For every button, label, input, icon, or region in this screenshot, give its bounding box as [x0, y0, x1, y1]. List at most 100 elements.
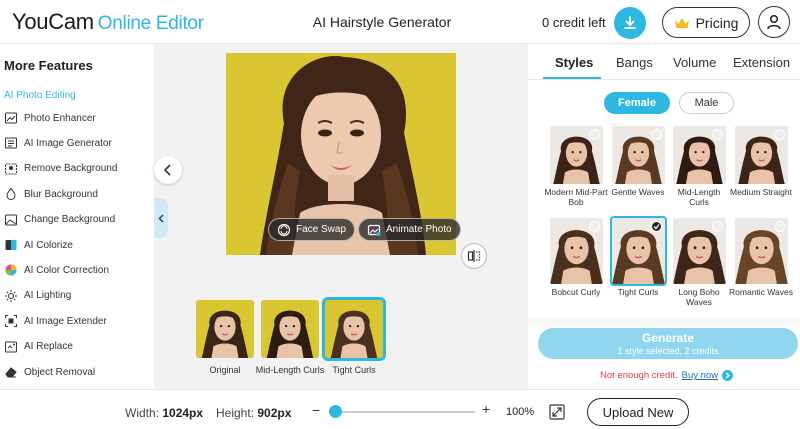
style-card-medium-straight[interactable]	[735, 126, 788, 184]
style-label: Gentle Waves	[611, 187, 665, 197]
sidebar-item-ai-color-correction[interactable]: AI Color Correction	[4, 260, 154, 280]
select-circle-icon[interactable]	[589, 221, 600, 232]
eraser-icon	[5, 367, 17, 378]
chevron-left-icon	[163, 164, 171, 176]
sidebar-item-label: Photo Enhancer	[24, 112, 96, 124]
previous-button[interactable]	[154, 156, 182, 184]
tab-volume[interactable]: Volume	[673, 55, 716, 70]
tab-extension[interactable]: Extension	[733, 55, 790, 70]
checkmark-icon[interactable]	[651, 221, 662, 232]
sidebar-item-blur-background[interactable]: Blur Background	[4, 184, 154, 204]
result-thumbnail-label: Tight Curls	[332, 365, 376, 375]
style-label: Tight Curls	[617, 287, 659, 297]
style-label: Bobcut Curly	[551, 287, 601, 297]
sidebar-item-label: Blur Background	[24, 188, 98, 200]
style-card-long-boho-waves[interactable]	[673, 218, 726, 284]
sidebar-item-label: Remove Background	[24, 163, 118, 175]
animate-photo-label: Animate Photo	[386, 224, 452, 235]
compare-icon	[467, 250, 481, 262]
replace-icon	[5, 341, 17, 353]
sidebar-item-photo-enhancer[interactable]: Photo Enhancer	[4, 108, 154, 128]
generate-sublabel: 1 style selected, 2 credits	[617, 346, 719, 356]
style-card-tight-curls[interactable]	[610, 216, 667, 286]
sidebar-item-label: AI Image Extender	[24, 315, 107, 327]
compare-button[interactable]	[461, 243, 487, 269]
style-card-modern-mid-part-bob[interactable]	[550, 126, 603, 184]
sidebar-item-ai-lighting[interactable]: AI Lighting	[4, 286, 154, 306]
chevron-left-icon	[158, 213, 164, 223]
height-label: Height:	[216, 406, 255, 420]
photo-enhancer-icon	[5, 112, 17, 124]
sidebar-item-ai-image-extender[interactable]: AI Image Extender	[4, 311, 154, 331]
height-value: 902px	[257, 406, 292, 420]
credit-warning-text: Not enough credit.	[600, 370, 678, 381]
select-circle-icon[interactable]	[589, 129, 600, 140]
select-circle-icon[interactable]	[651, 129, 662, 140]
style-label: Mid-Length Curls	[677, 187, 721, 207]
male-toggle[interactable]: Male	[679, 92, 734, 114]
style-label: Modern Mid-Part Bob	[544, 187, 608, 207]
download-button[interactable]	[614, 7, 646, 39]
arrow-right-icon[interactable]	[722, 370, 734, 381]
sidebar-item-ai-colorize[interactable]: AI Colorize	[4, 235, 154, 255]
sidebar-section-ai-photo-editing[interactable]: AI Photo Editing	[4, 90, 76, 101]
select-circle-icon[interactable]	[712, 221, 723, 232]
sidebar-item-label: Object Removal	[24, 366, 96, 378]
sidebar-collapse-tab[interactable]	[154, 198, 168, 238]
expand-icon	[549, 404, 565, 420]
sidebar-item-label: AI Replace	[24, 341, 73, 353]
pricing-label: Pricing	[695, 14, 739, 31]
tab-styles[interactable]: Styles	[555, 55, 593, 70]
face-swap-label: Face Swap	[296, 224, 347, 235]
face-swap-icon	[277, 223, 291, 236]
width-label: Width:	[125, 406, 160, 420]
sidebar-item-ai-replace[interactable]: AI Replace	[4, 337, 154, 357]
style-label: Medium Straight	[730, 187, 792, 197]
zoom-slider-track[interactable]	[330, 411, 475, 413]
sidebar-item-ai-image-generator[interactable]: AI Image Generator	[4, 133, 154, 153]
image-width: Width: 1024px	[125, 406, 203, 420]
tab-divider	[528, 79, 800, 80]
select-circle-icon[interactable]	[774, 221, 785, 232]
sidebar-item-label: Change Background	[24, 214, 116, 226]
style-card-romantic-waves[interactable]	[735, 218, 788, 284]
zoom-in-button[interactable]: +	[482, 401, 490, 417]
result-thumbnail[interactable]	[196, 300, 254, 358]
colorize-icon	[5, 240, 17, 250]
sidebar-item-object-removal[interactable]: Object Removal	[4, 362, 154, 382]
zoom-slider-handle[interactable]	[329, 405, 342, 418]
pricing-button[interactable]: Pricing	[662, 7, 750, 38]
sidebar-item-change-background[interactable]: Change Background	[4, 210, 154, 230]
style-card-gentle-waves[interactable]	[612, 126, 665, 184]
animate-photo-button[interactable]: Animate Photo	[358, 218, 461, 241]
upload-new-button[interactable]: Upload New	[587, 398, 689, 426]
sidebar-title: More Features	[4, 58, 93, 73]
sidebar-item-remove-background[interactable]: Remove Background	[4, 159, 154, 179]
features-sidebar: More Features AI Photo Editing Photo Enh…	[0, 44, 154, 389]
change-background-icon	[5, 214, 17, 226]
sidebar-item-label: AI Colorize	[24, 239, 73, 251]
tab-bangs[interactable]: Bangs	[616, 55, 653, 70]
sidebar-item-label: AI Color Correction	[24, 264, 110, 276]
female-toggle[interactable]: Female	[604, 92, 670, 114]
remove-background-icon	[5, 163, 17, 175]
style-label: Long Boho Waves	[678, 287, 720, 307]
buy-now-link[interactable]: Buy now	[682, 370, 718, 381]
result-thumbnail[interactable]	[261, 300, 319, 358]
sidebar-item-label: AI Image Generator	[24, 137, 112, 149]
style-card-bobcut-curly[interactable]	[550, 218, 603, 284]
account-button[interactable]	[758, 6, 790, 38]
select-circle-icon[interactable]	[712, 129, 723, 140]
face-swap-button[interactable]: Face Swap	[268, 218, 356, 241]
fit-screen-button[interactable]	[549, 404, 565, 420]
select-circle-icon[interactable]	[774, 129, 785, 140]
generate-button[interactable]: Generate 1 style selected, 2 credits	[538, 328, 798, 359]
image-height: Height: 902px	[216, 406, 291, 420]
style-label: Romantic Waves	[729, 287, 793, 297]
result-thumbnail[interactable]	[322, 297, 386, 361]
sidebar-item-label: AI Lighting	[24, 290, 72, 302]
style-card-mid-length-curls[interactable]	[673, 126, 726, 184]
zoom-out-button[interactable]: −	[312, 402, 320, 418]
image-extender-icon	[5, 315, 17, 328]
credit-count: 0 credit left	[542, 15, 606, 30]
